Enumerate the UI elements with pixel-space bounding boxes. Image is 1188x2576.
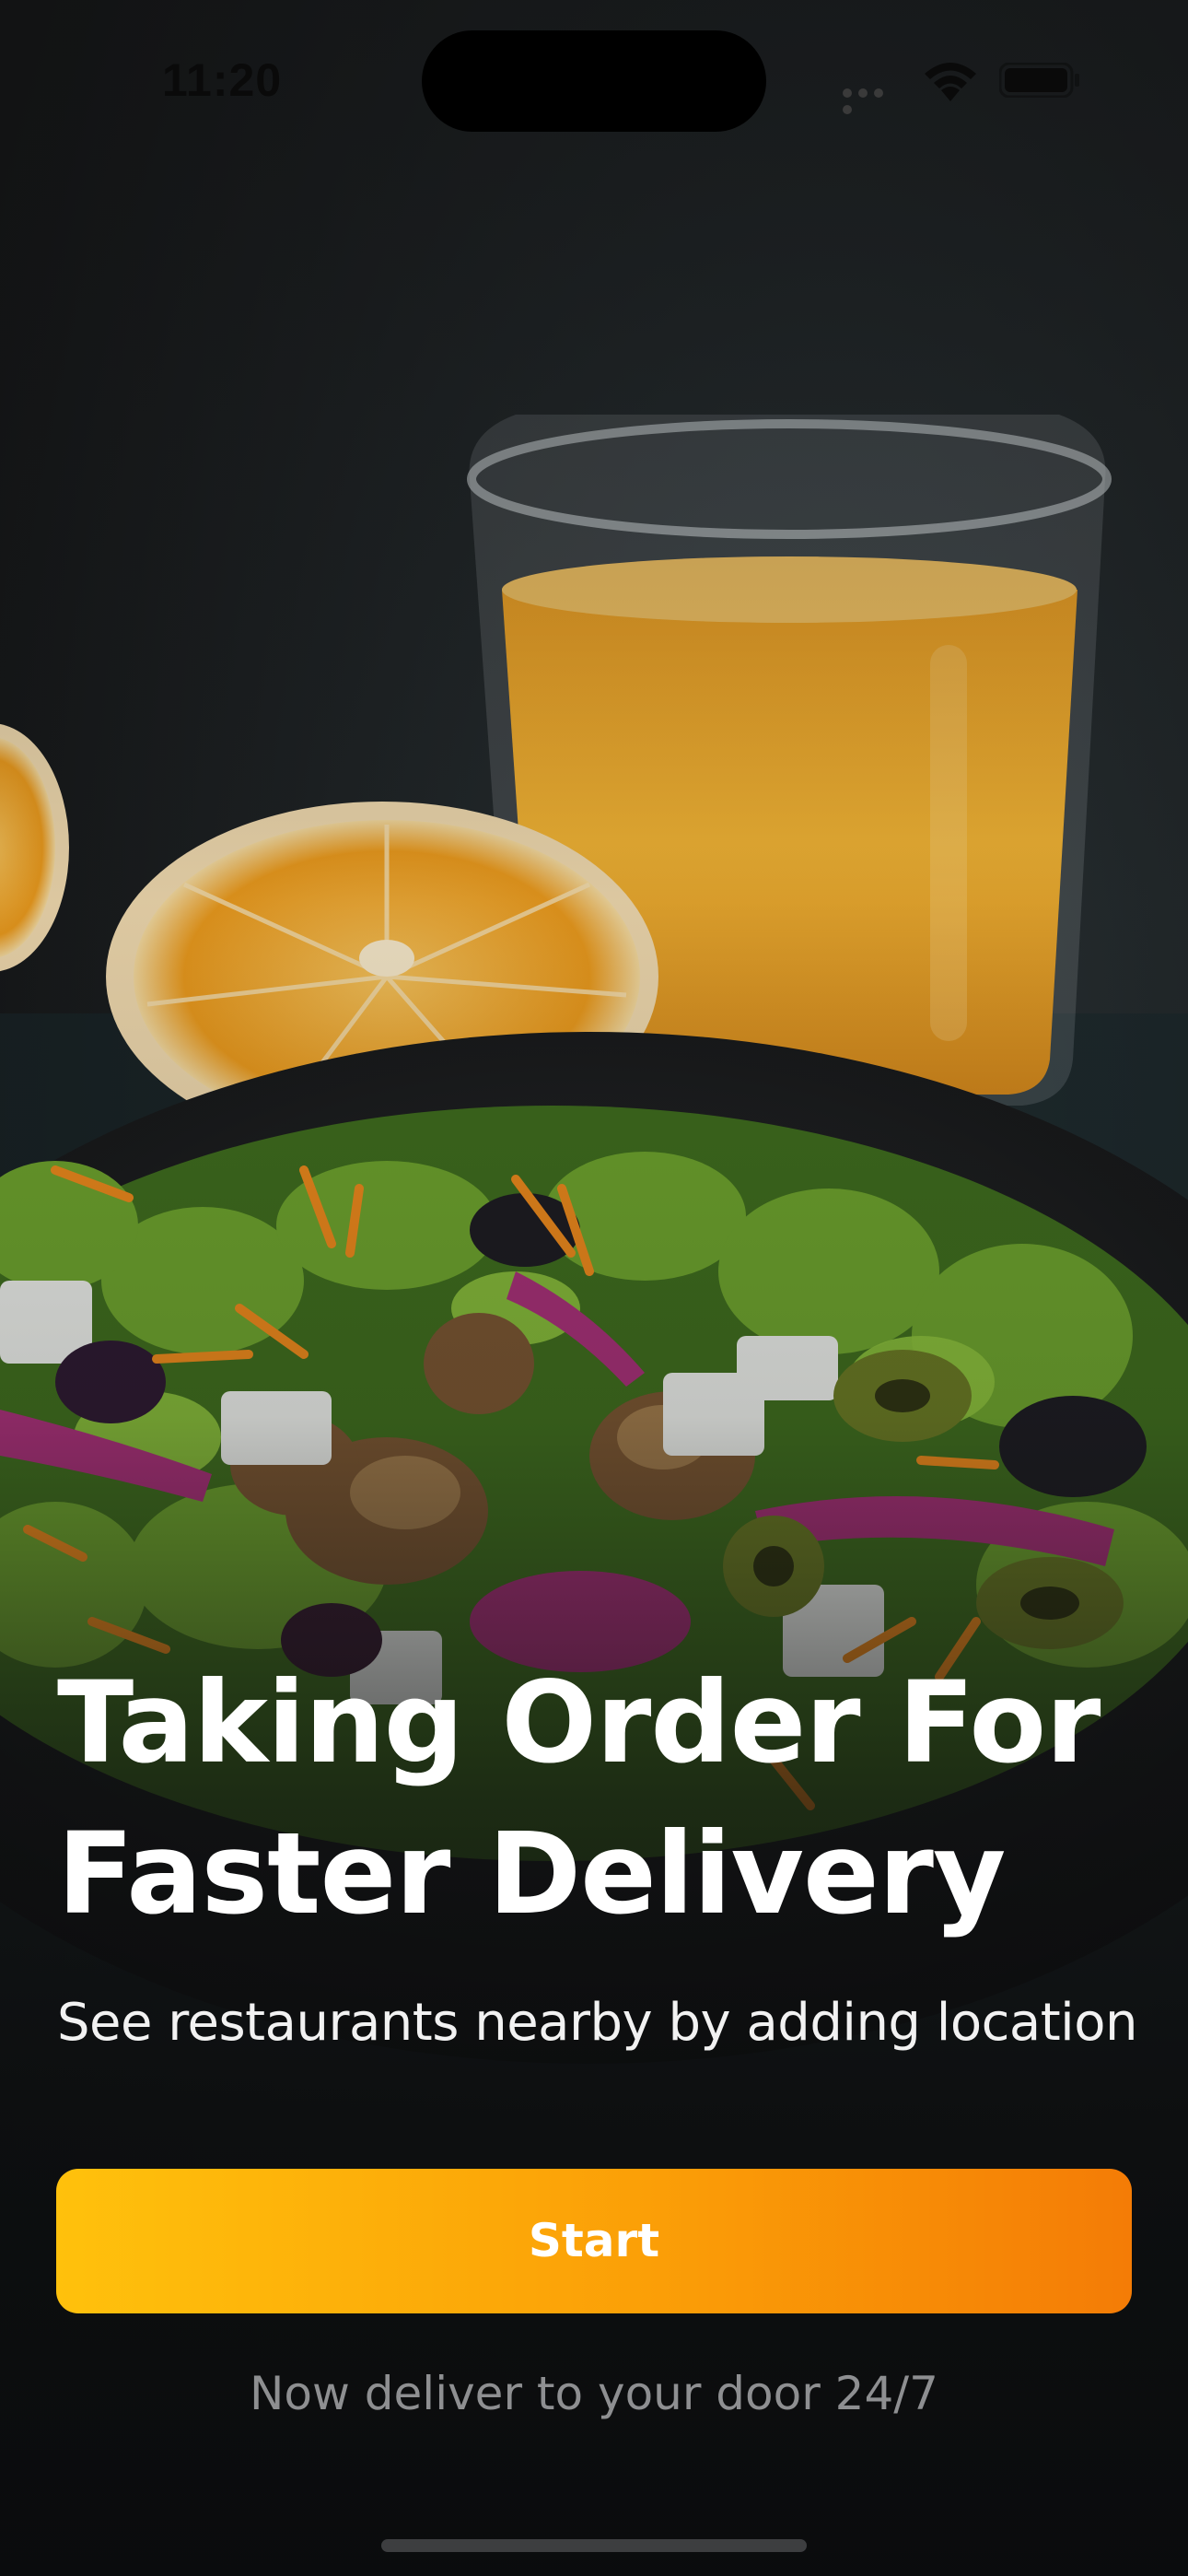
subtitle: See restaurants nearby by adding locatio…	[57, 1993, 1137, 2053]
status-time: 11:20	[162, 54, 283, 106]
onboarding-screen: 11:20 Taking Order For Faster Delivery Se…	[0, 0, 1188, 2576]
battery-icon	[998, 62, 1080, 99]
page-title-line-2: Faster Delivery	[57, 1809, 1006, 1939]
home-indicator[interactable]	[381, 2539, 807, 2552]
page-title: Taking Order For Faster Delivery	[57, 1647, 1144, 1950]
start-button[interactable]: Start	[56, 2169, 1132, 2313]
signal-icon	[843, 86, 903, 114]
dynamic-island	[422, 30, 766, 132]
wifi-icon	[921, 59, 980, 103]
status-bar: 11:20	[0, 0, 1188, 157]
delivery-note: Now deliver to your door 24/7	[250, 2367, 938, 2420]
page-title-line-1: Taking Order For	[57, 1657, 1101, 1788]
